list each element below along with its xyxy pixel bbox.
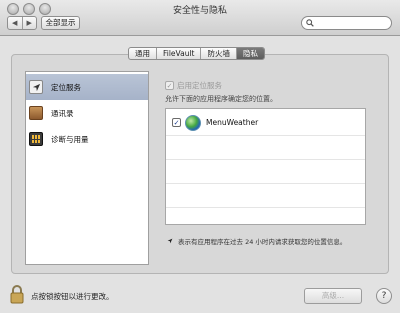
location-arrow-icon: [167, 238, 173, 244]
row-divider: [166, 207, 365, 208]
note-text: 表示有应用程序在过去 24 小时内请求获取您的位置信息。: [178, 238, 347, 246]
search-field[interactable]: [301, 16, 392, 30]
back-forward-group: ◀ ▶: [7, 16, 37, 30]
app-name: MenuWeather: [206, 118, 259, 127]
tab-bar: 通用 FileVault 防火墙 隐私: [128, 47, 265, 60]
location-app-list: ✓ MenuWeather: [165, 108, 366, 225]
sidebar-item-location-services[interactable]: 定位服务: [26, 74, 148, 100]
sidebar-item-contacts[interactable]: 通讯录: [26, 100, 148, 126]
tab-filevault[interactable]: FileVault: [156, 48, 200, 59]
location-request-note: 表示有应用程序在过去 24 小时内请求获取您的位置信息。: [167, 236, 346, 246]
enable-location-label: 启用定位服务: [177, 81, 222, 90]
tab-firewall[interactable]: 防火墙: [200, 48, 236, 59]
sidebar-item-label: 定位服务: [51, 82, 81, 92]
search-input[interactable]: [315, 17, 389, 29]
show-all-button[interactable]: 全部显示: [41, 16, 80, 30]
enable-location-services-checkbox[interactable]: ✓ 启用定位服务: [165, 80, 222, 91]
checkbox-box: ✓: [165, 81, 174, 90]
contacts-book-icon: [29, 106, 43, 120]
privacy-category-list: 定位服务 通讯录 诊断与用量: [25, 71, 149, 265]
help-button[interactable]: ?: [376, 288, 392, 304]
back-button[interactable]: ◀: [8, 17, 22, 29]
tab-general[interactable]: 通用: [129, 48, 156, 59]
location-arrow-icon: [29, 80, 43, 94]
sidebar-item-diagnostics[interactable]: 诊断与用量: [26, 126, 148, 152]
row-divider: [166, 159, 365, 160]
sidebar-item-label: 诊断与用量: [51, 134, 89, 144]
globe-icon: [185, 114, 201, 131]
sidebar-item-label: 通讯录: [51, 108, 74, 118]
window-title: 安全性与隐私: [172, 6, 227, 16]
forward-button[interactable]: ▶: [21, 17, 37, 29]
row-divider: [166, 183, 365, 184]
location-description: 允许下面的应用程序确定您的位置。: [165, 95, 277, 103]
lock-icon[interactable]: [10, 284, 24, 304]
tab-privacy[interactable]: 隐私: [235, 48, 264, 59]
preferences-window: 安全性与隐私 ◀ ▶ 全部显示 通用 FileVault 防火墙 隐私 定位服务: [0, 0, 400, 313]
title-bar: 安全性与隐私 ◀ ▶ 全部显示: [0, 0, 400, 36]
list-item: ✓ MenuWeather: [172, 114, 258, 131]
app-location-checkbox[interactable]: ✓: [172, 118, 181, 127]
advanced-button[interactable]: 高级...: [304, 288, 362, 304]
row-divider: [166, 135, 365, 136]
diagnostics-icon: [29, 132, 43, 146]
search-icon: [306, 19, 314, 27]
lock-instruction: 点按锁按钮以进行更改。: [31, 292, 114, 301]
